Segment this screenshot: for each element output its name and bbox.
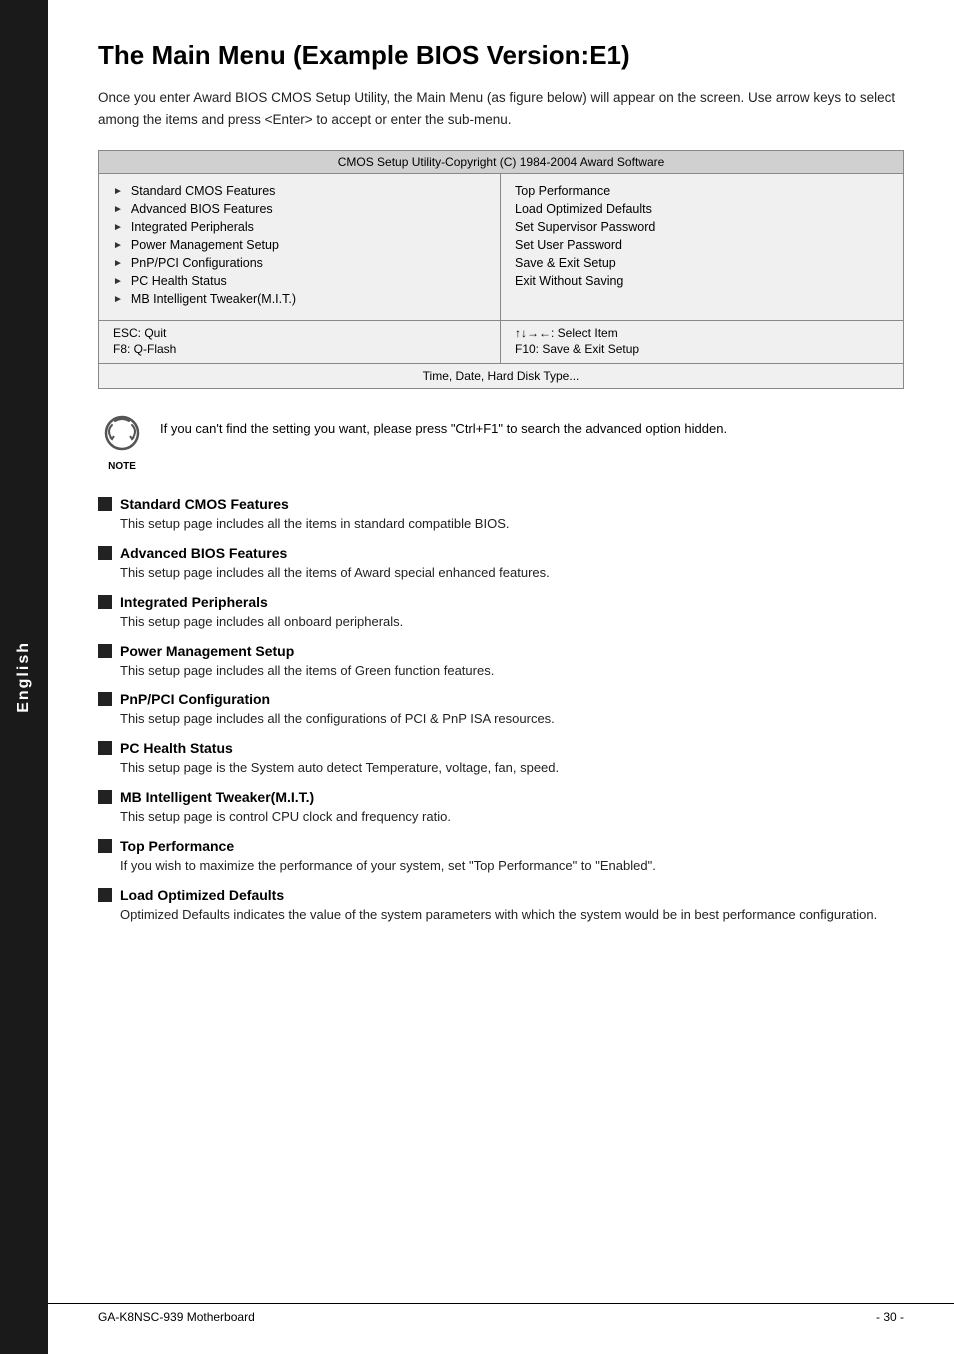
- list-item: Standard CMOS Features This setup page i…: [98, 496, 904, 535]
- bios-body: ►Standard CMOS Features ►Advanced BIOS Fe…: [99, 174, 903, 321]
- note-text: If you can't find the setting you want, …: [160, 411, 727, 440]
- feature-title-row: Top Performance: [98, 838, 904, 854]
- page-title: The Main Menu (Example BIOS Version:E1): [98, 40, 904, 71]
- bios-header: CMOS Setup Utility-Copyright (C) 1984-20…: [99, 151, 903, 174]
- bios-right-item: Load Optimized Defaults: [515, 202, 889, 216]
- bios-arrow-icon: ►: [113, 276, 123, 287]
- bullet-icon: [98, 790, 112, 804]
- feature-title: Standard CMOS Features: [120, 496, 289, 512]
- feature-title-row: Standard CMOS Features: [98, 496, 904, 512]
- bios-arrow-icon: ►: [113, 258, 123, 269]
- feature-title-row: Power Management Setup: [98, 643, 904, 659]
- bios-left-item: ►PC Health Status: [113, 274, 486, 288]
- list-item: MB Intelligent Tweaker(M.I.T.) This setu…: [98, 789, 904, 828]
- feature-title-row: Integrated Peripherals: [98, 594, 904, 610]
- feature-title-row: Advanced BIOS Features: [98, 545, 904, 561]
- feature-desc: If you wish to maximize the performance …: [120, 856, 904, 877]
- bios-screenshot-box: CMOS Setup Utility-Copyright (C) 1984-20…: [98, 150, 904, 389]
- bios-footer-right-item: F10: Save & Exit Setup: [515, 342, 889, 356]
- feature-title: Power Management Setup: [120, 643, 294, 659]
- bios-left-item: ►MB Intelligent Tweaker(M.I.T.): [113, 292, 486, 306]
- bios-footer-right-item: ↑↓→←: Select Item: [515, 326, 889, 340]
- sidebar-label: English: [15, 641, 33, 713]
- bios-right-item: Top Performance: [515, 184, 889, 198]
- bullet-icon: [98, 546, 112, 560]
- bullet-icon: [98, 888, 112, 902]
- bios-arrow-icon: ►: [113, 204, 123, 215]
- bios-footer-left-item: F8: Q-Flash: [113, 342, 486, 356]
- feature-desc: This setup page includes all the items o…: [120, 563, 904, 584]
- feature-desc: This setup page includes all the items i…: [120, 514, 904, 535]
- bios-left-column: ►Standard CMOS Features ►Advanced BIOS Fe…: [99, 174, 501, 320]
- list-item: PnP/PCI Configuration This setup page in…: [98, 691, 904, 730]
- sidebar: English: [0, 0, 48, 1354]
- bios-arrow-icon: ►: [113, 294, 123, 305]
- note-icon: [98, 411, 146, 459]
- bullet-icon: [98, 692, 112, 706]
- bios-right-item: Exit Without Saving: [515, 274, 889, 288]
- footer-left: GA-K8NSC-939 Motherboard: [98, 1310, 255, 1324]
- note-icon-wrap: NOTE: [98, 411, 146, 472]
- footer-right: - 30 -: [876, 1310, 904, 1324]
- note-box: NOTE If you can't find the setting you w…: [98, 411, 904, 472]
- feature-desc: This setup page includes all the configu…: [120, 709, 904, 730]
- bios-footer: ESC: Quit F8: Q-Flash ↑↓→←: Select Item F1…: [99, 321, 903, 364]
- list-item: Top Performance If you wish to maximize …: [98, 838, 904, 877]
- bios-footer-right: ↑↓→←: Select Item F10: Save & Exit Setup: [501, 321, 903, 363]
- feature-desc: This setup page includes all onboard per…: [120, 612, 904, 633]
- note-label: NOTE: [98, 461, 146, 472]
- page-footer: GA-K8NSC-939 Motherboard - 30 -: [48, 1303, 954, 1324]
- bios-right-item: Set User Password: [515, 238, 889, 252]
- feature-title: Integrated Peripherals: [120, 594, 268, 610]
- bios-left-item: ►PnP/PCI Configurations: [113, 256, 486, 270]
- intro-text: Once you enter Award BIOS CMOS Setup Uti…: [98, 87, 904, 130]
- bios-arrow-icon: ►: [113, 222, 123, 233]
- list-item: Advanced BIOS Features This setup page i…: [98, 545, 904, 584]
- bios-left-item: ►Standard CMOS Features: [113, 184, 486, 198]
- bios-right-item: Set Supervisor Password: [515, 220, 889, 234]
- feature-desc: This setup page is the System auto detec…: [120, 758, 904, 779]
- bios-left-item: ►Power Management Setup: [113, 238, 486, 252]
- list-item: Power Management Setup This setup page i…: [98, 643, 904, 682]
- bios-left-item: ►Advanced BIOS Features: [113, 202, 486, 216]
- bullet-icon: [98, 644, 112, 658]
- bios-left-item: ►Integrated Peripherals: [113, 220, 486, 234]
- feature-title-row: PC Health Status: [98, 740, 904, 756]
- feature-title: MB Intelligent Tweaker(M.I.T.): [120, 789, 314, 805]
- list-item: Integrated Peripherals This setup page i…: [98, 594, 904, 633]
- feature-desc: Optimized Defaults indicates the value o…: [120, 905, 904, 926]
- bios-footer-left: ESC: Quit F8: Q-Flash: [99, 321, 501, 363]
- list-item: PC Health Status This setup page is the …: [98, 740, 904, 779]
- bios-right-item: Save & Exit Setup: [515, 256, 889, 270]
- bios-footer-left-item: ESC: Quit: [113, 326, 486, 340]
- feature-title-row: MB Intelligent Tweaker(M.I.T.): [98, 789, 904, 805]
- bios-bottom: Time, Date, Hard Disk Type...: [99, 364, 903, 388]
- bios-arrow-icon: ►: [113, 240, 123, 251]
- feature-desc: This setup page is control CPU clock and…: [120, 807, 904, 828]
- feature-list: Standard CMOS Features This setup page i…: [98, 496, 904, 925]
- bullet-icon: [98, 595, 112, 609]
- feature-desc: This setup page includes all the items o…: [120, 661, 904, 682]
- list-item: Load Optimized Defaults Optimized Defaul…: [98, 887, 904, 926]
- feature-title: Load Optimized Defaults: [120, 887, 284, 903]
- feature-title: PC Health Status: [120, 740, 233, 756]
- feature-title: Top Performance: [120, 838, 234, 854]
- feature-title: Advanced BIOS Features: [120, 545, 287, 561]
- bullet-icon: [98, 497, 112, 511]
- feature-title-row: PnP/PCI Configuration: [98, 691, 904, 707]
- bios-right-column: Top Performance Load Optimized Defaults Se…: [501, 174, 903, 320]
- bios-arrow-icon: ►: [113, 186, 123, 197]
- bullet-icon: [98, 741, 112, 755]
- bullet-icon: [98, 839, 112, 853]
- feature-title: PnP/PCI Configuration: [120, 691, 270, 707]
- feature-title-row: Load Optimized Defaults: [98, 887, 904, 903]
- main-content: The Main Menu (Example BIOS Version:E1) …: [48, 0, 954, 985]
